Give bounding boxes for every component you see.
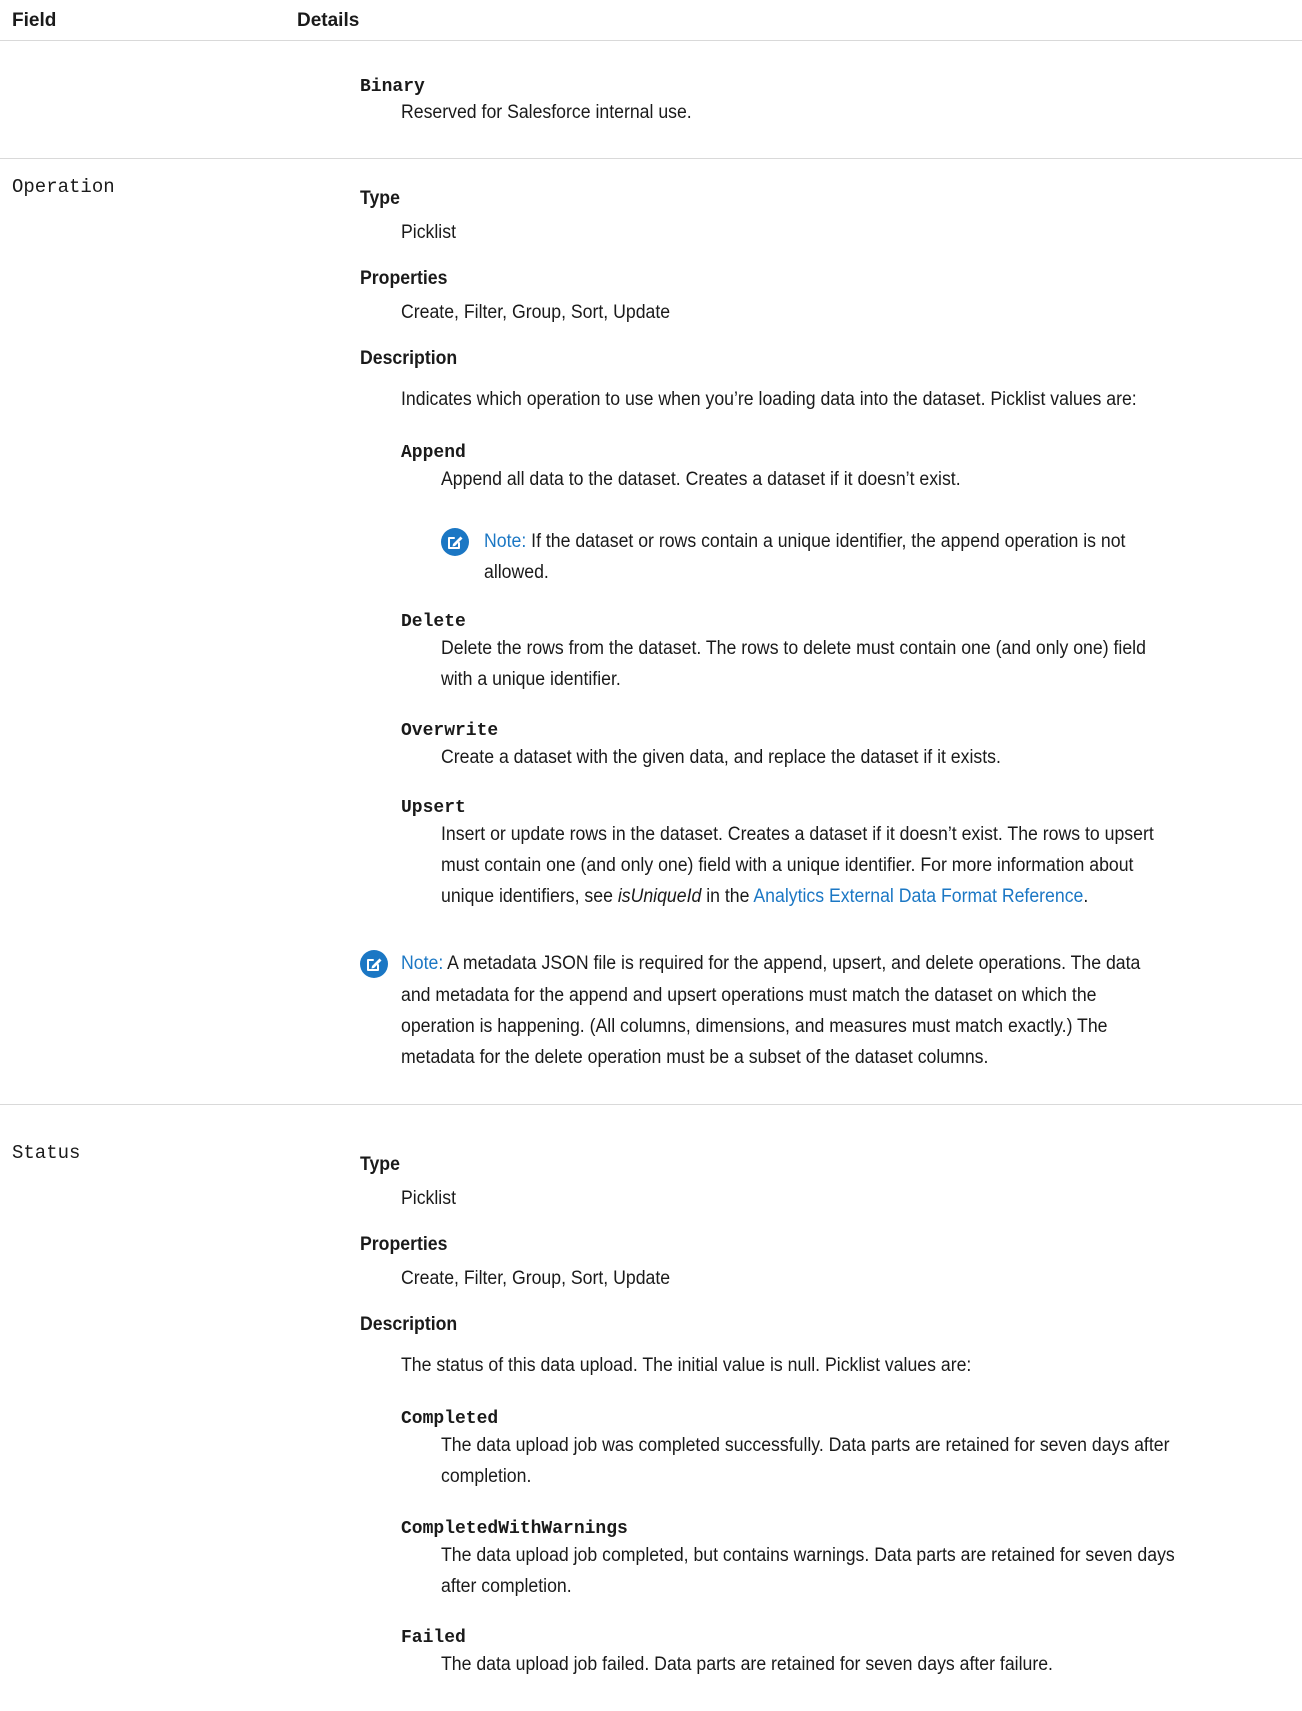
delete-term: Delete [401,612,466,632]
completed-line2: completion. [441,1466,532,1487]
note-edit-icon [441,528,469,556]
status-desc-label: Description [360,1314,458,1335]
upsert-term: Upsert [401,798,466,818]
row-divider [0,158,1302,159]
failed-term: Failed [401,1628,466,1648]
table-header: Field Details [0,0,1302,40]
operation-type-value: Picklist [401,222,456,243]
field-status: Status [12,1142,81,1164]
completed-with-warnings-line1: The data upload job completed, but conta… [441,1545,1175,1566]
analytics-format-reference-link[interactable]: Analytics External Data Format Reference [753,886,1083,907]
field-operation: Operation [12,176,115,198]
failed-desc: The data upload job failed. Data parts a… [441,1654,1053,1675]
append-desc: Append all data to the dataset. Creates … [441,469,961,490]
append-note-line2: allowed. [484,562,549,583]
status-type-value: Picklist [401,1188,456,1209]
operation-desc-intro: Indicates which operation to use when yo… [401,389,1137,410]
header-details: Details [297,10,360,31]
overwrite-term: Overwrite [401,721,499,741]
operation-note-line3: operation is happening. (All columns, di… [401,1016,1108,1037]
delete-line2: with a unique identifier. [441,669,621,690]
header-divider [0,40,1302,41]
operation-note-line1: Note: A metadata JSON file is required f… [401,953,1141,974]
operation-type-label: Type [360,188,400,209]
completed-with-warnings-term: CompletedWithWarnings [401,1519,628,1539]
operation-note-line2: and metadata for the append and upsert o… [401,985,1097,1006]
binary-term: Binary [360,77,425,97]
status-desc-intro: The status of this data upload. The init… [401,1355,972,1376]
status-props-value: Create, Filter, Group, Sort, Update [401,1268,671,1289]
operation-props-value: Create, Filter, Group, Sort, Update [401,302,671,323]
row-divider [0,1104,1302,1105]
completed-with-warnings-line2: after completion. [441,1576,572,1597]
append-term: Append [401,443,466,463]
delete-line1: Delete the rows from the dataset. The ro… [441,638,1146,659]
header-field: Field [12,10,57,31]
upsert-line1: Insert or update rows in the dataset. Cr… [441,824,1154,845]
operation-props-label: Properties [360,268,448,289]
completed-term: Completed [401,1409,499,1429]
overwrite-desc: Create a dataset with the given data, an… [441,747,1001,768]
operation-desc-label: Description [360,348,458,369]
operation-note-line4: metadata for the delete operation must b… [401,1047,989,1068]
binary-desc: Reserved for Salesforce internal use. [401,102,692,123]
completed-line1: The data upload job was completed succes… [441,1435,1170,1456]
status-props-label: Properties [360,1234,448,1255]
append-note-line1: Note: If the dataset or rows contain a u… [484,531,1126,552]
upsert-line2: must contain one (and only one) field wi… [441,855,1134,876]
note-edit-icon [360,950,388,978]
upsert-line3: unique identifiers, see isUniqueId in th… [441,886,1089,907]
status-type-label: Type [360,1154,400,1175]
